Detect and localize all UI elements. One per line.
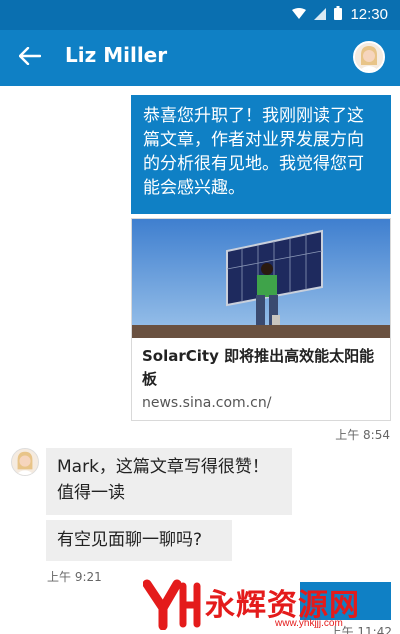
arrow-left-icon (18, 46, 42, 69)
wifi-icon (292, 5, 307, 24)
app-bar: Liz Miller (0, 30, 400, 86)
watermark: 永辉资源网 www.yhkjjj.com (142, 578, 373, 634)
link-title[interactable]: SolarCity 即将推出高效能太阳能板 (142, 345, 382, 391)
status-icons: 12:30 (292, 5, 388, 24)
status-time: 12:30 (350, 6, 388, 23)
link-domain: news.sina.com.cn/ (142, 395, 272, 411)
incoming-message[interactable]: 有空见面聊一聊吗? (46, 520, 232, 561)
contact-name[interactable]: Liz Miller (65, 43, 167, 67)
signal-icon (314, 5, 327, 24)
incoming-message[interactable]: Mark，这篇文章写得很赞！值得一读 (46, 448, 292, 515)
outgoing-message[interactable]: 恭喜您升职了！我刚刚读了这篇文章，作者对业界发展方向的分析很有见地。我觉得您可能… (131, 95, 391, 214)
link-preview-image (132, 219, 390, 338)
watermark-url: www.yhkjjj.com (275, 618, 343, 629)
outgoing-timestamp: 上午 8:54 (335, 428, 390, 442)
contact-avatar[interactable] (11, 448, 39, 476)
message-thread[interactable]: 恭喜您升职了！我刚刚读了这篇文章，作者对业界发展方向的分析很有见地。我觉得您可能… (0, 86, 400, 634)
battery-icon (334, 5, 343, 24)
incoming-timestamp: 上午 9:21 (47, 570, 102, 584)
back-button[interactable] (14, 42, 46, 74)
watermark-logo-icon (142, 578, 201, 634)
status-bar: 12:30 (0, 0, 400, 30)
link-preview-card[interactable]: SolarCity 即将推出高效能太阳能板 news.sina.com.cn/ (131, 218, 391, 421)
avatar[interactable] (353, 41, 385, 73)
